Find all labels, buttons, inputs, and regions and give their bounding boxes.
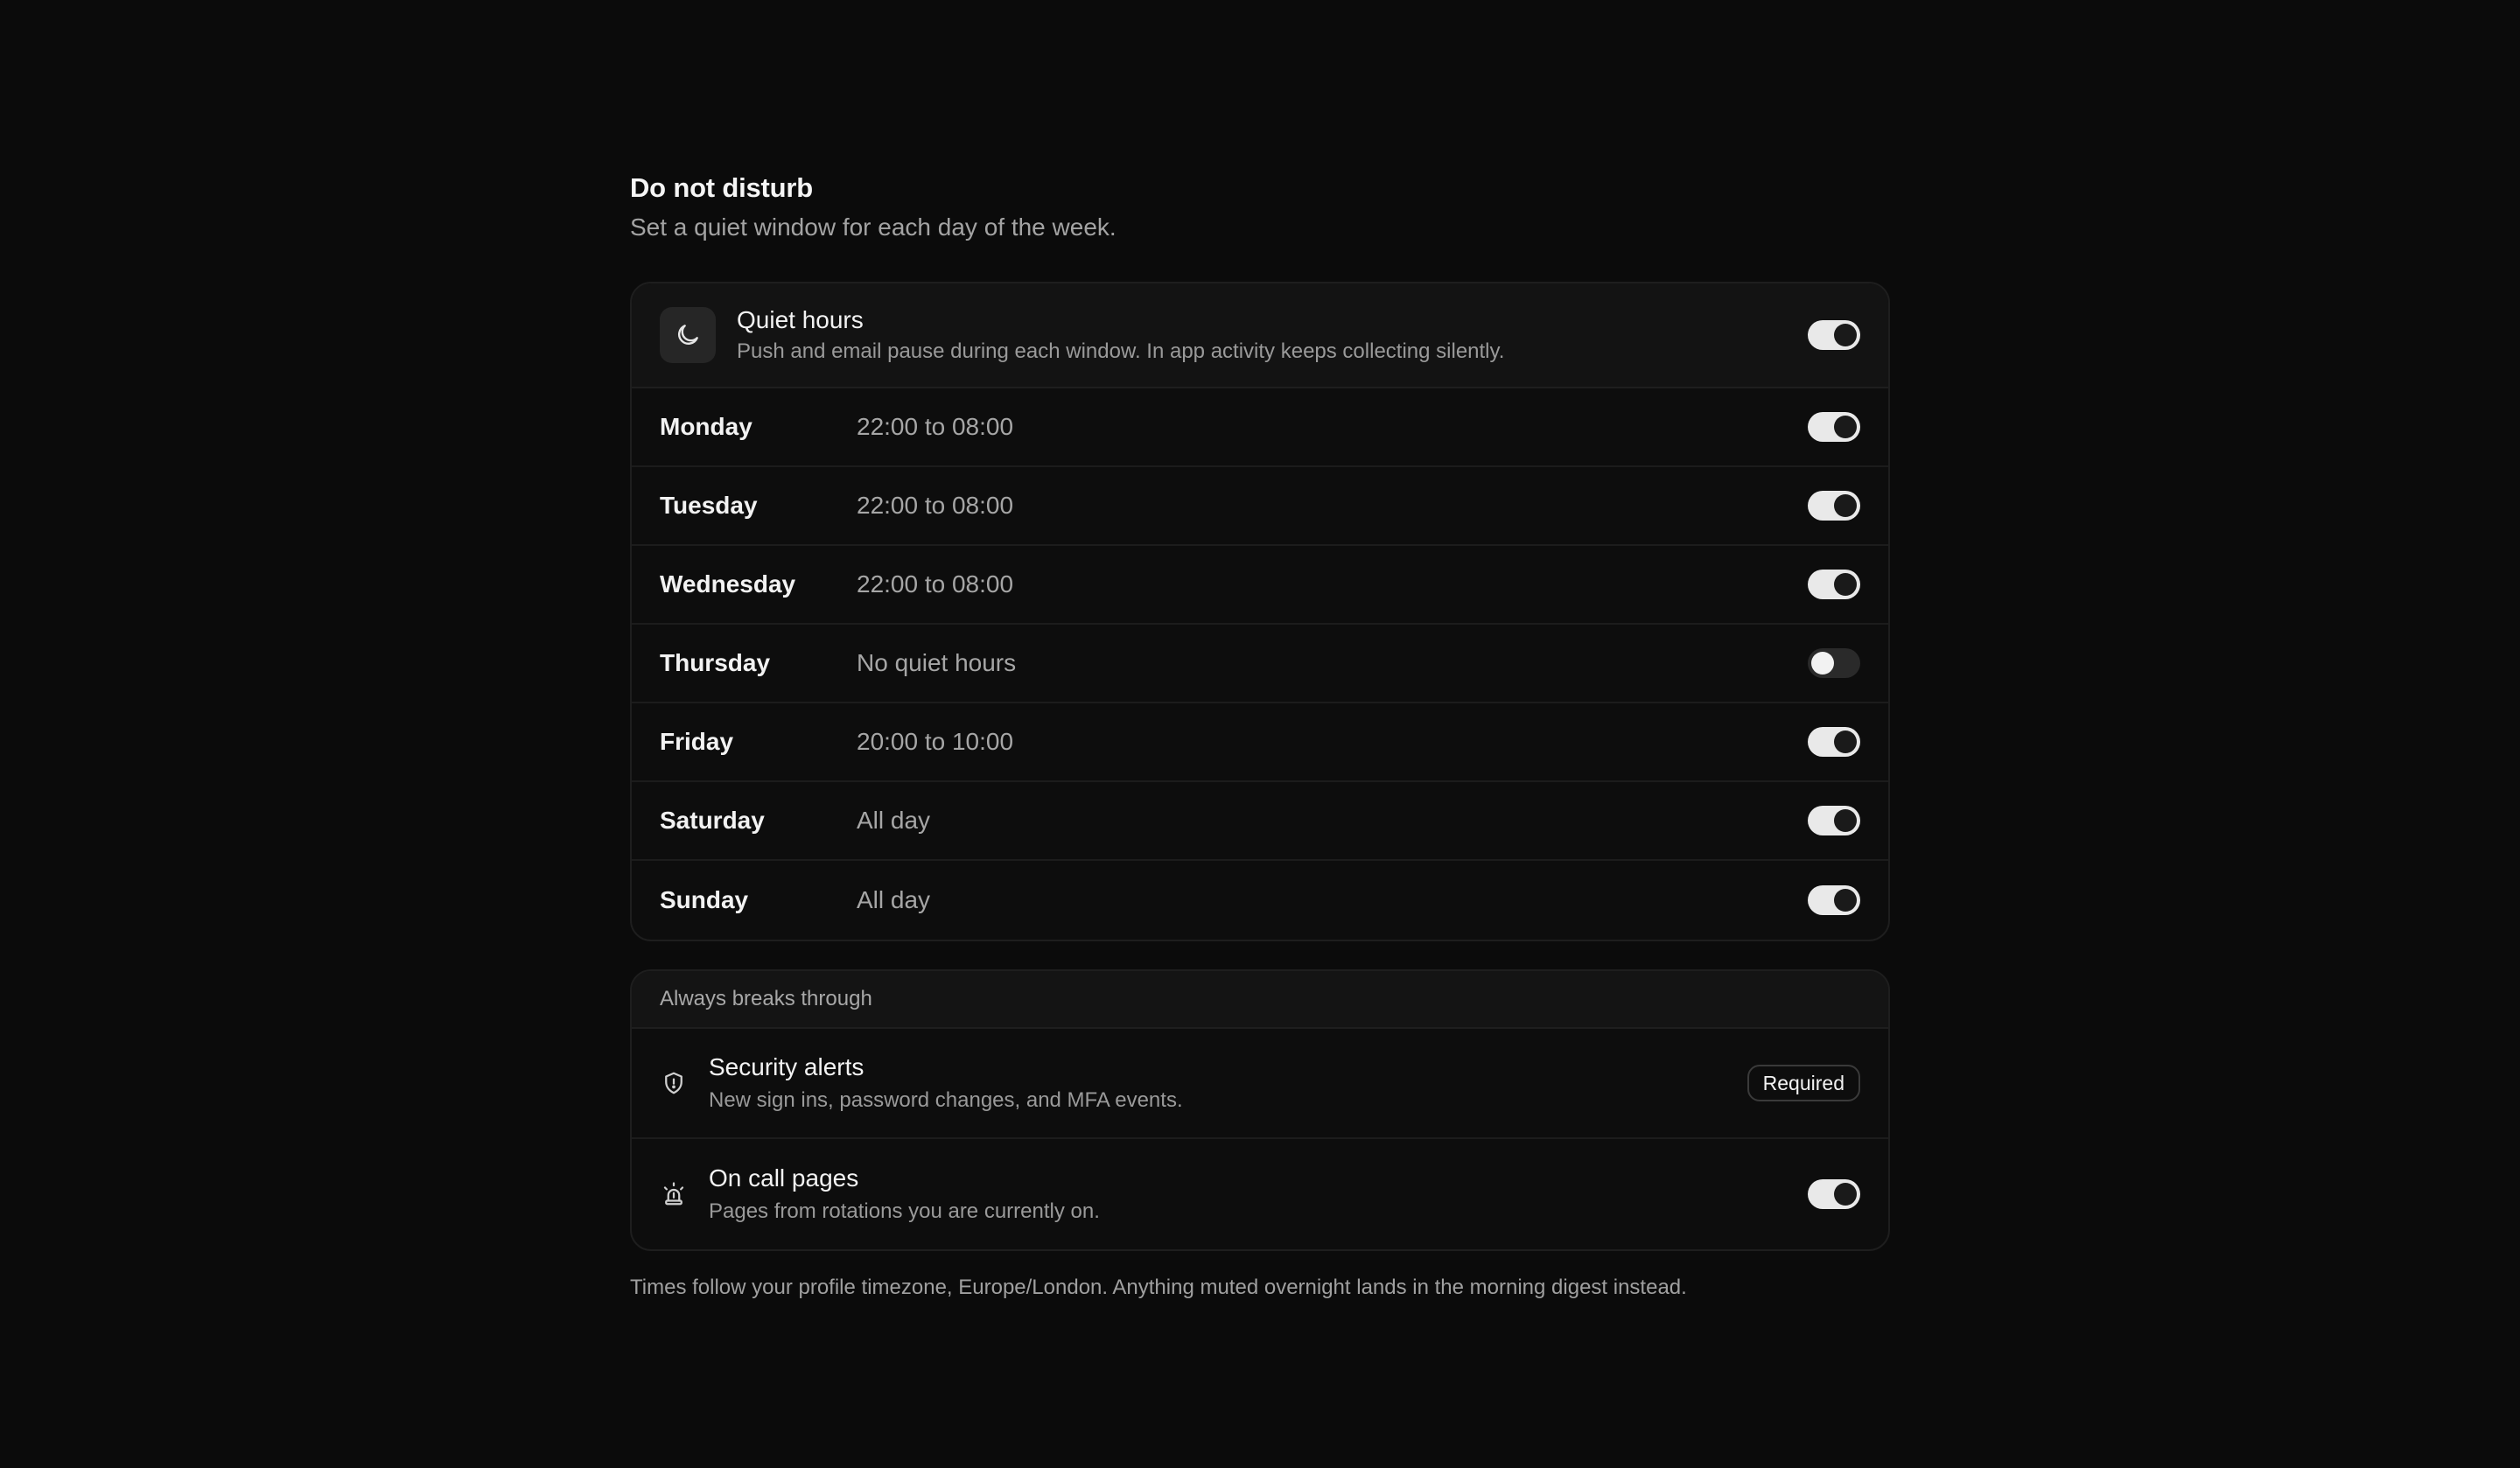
on-call-pages-description: Pages from rotations you are currently o… <box>709 1199 1100 1223</box>
day-row-wednesday: Wednesday 22:00 to 08:00 <box>632 546 1888 625</box>
day-name: Friday <box>660 728 734 755</box>
on-call-pages-text: On call pages Pages from rotations you a… <box>709 1163 1808 1226</box>
toggle-knob <box>1834 324 1857 346</box>
day-row-friday: Friday 20:00 to 10:00 <box>632 703 1888 782</box>
friday-toggle[interactable] <box>1808 727 1860 757</box>
schedule-card: Quiet hours Push and email pause during … <box>630 282 1890 941</box>
toggle-knob <box>1834 416 1857 438</box>
day-window: All day <box>857 807 931 834</box>
day-name: Monday <box>660 413 752 440</box>
day-name: Wednesday <box>660 570 796 598</box>
day-name: Sunday <box>660 886 749 913</box>
quiet-hours-toggle[interactable] <box>1808 320 1860 350</box>
toggle-knob <box>1834 731 1857 753</box>
toggle-knob <box>1834 809 1857 832</box>
on-call-pages-row: On call pages Pages from rotations you a… <box>632 1139 1888 1249</box>
monday-toggle[interactable] <box>1808 412 1860 442</box>
required-badge: Required <box>1746 1065 1860 1101</box>
day-row-saturday: Saturday All day <box>632 782 1888 861</box>
thursday-toggle[interactable] <box>1808 648 1860 678</box>
on-call-pages-title: On call pages <box>709 1164 859 1192</box>
siren-icon <box>660 1180 688 1208</box>
tuesday-toggle[interactable] <box>1808 491 1860 521</box>
day-row-monday: Monday 22:00 to 08:00 <box>632 388 1888 467</box>
day-name: Saturday <box>660 807 765 834</box>
security-alerts-row: Security alerts New sign ins, password c… <box>632 1029 1888 1139</box>
saturday-toggle[interactable] <box>1808 806 1860 835</box>
day-row-thursday: Thursday No quiet hours <box>632 625 1888 703</box>
quiet-hours-description: Push and email pause during each window.… <box>737 339 1505 363</box>
timezone-footnote: Times follow your profile timezone, Euro… <box>630 1276 1687 1299</box>
day-name: Thursday <box>660 649 771 676</box>
quiet-hours-text: Quiet hours Push and email pause during … <box>737 304 1808 366</box>
shield-icon <box>660 1069 688 1097</box>
day-name: Tuesday <box>660 492 758 519</box>
toggle-knob <box>1834 889 1857 912</box>
breakthrough-card: Always breaks through Security alerts Ne… <box>630 969 1890 1251</box>
day-window: 20:00 to 10:00 <box>857 728 1014 755</box>
toggle-knob <box>1811 652 1834 675</box>
day-window: All day <box>857 886 931 913</box>
security-alerts-text: Security alerts New sign ins, password c… <box>709 1052 1747 1115</box>
dnd-settings-panel: Do not disturb Set a quiet window for ea… <box>630 170 1890 1302</box>
toggle-knob <box>1834 494 1857 517</box>
day-window: 22:00 to 08:00 <box>857 570 1014 598</box>
day-window: 22:00 to 08:00 <box>857 492 1014 519</box>
quiet-hours-row: Quiet hours Push and email pause during … <box>632 283 1888 388</box>
security-alerts-title: Security alerts <box>709 1053 864 1080</box>
day-window: No quiet hours <box>857 649 1017 676</box>
toggle-knob <box>1834 573 1857 596</box>
day-row-sunday: Sunday All day <box>632 861 1888 940</box>
toggle-knob <box>1834 1183 1857 1206</box>
day-row-tuesday: Tuesday 22:00 to 08:00 <box>632 467 1888 546</box>
quiet-hours-title: Quiet hours <box>737 306 864 333</box>
page-subtitle: Set a quiet window for each day of the w… <box>630 213 1116 241</box>
wednesday-toggle[interactable] <box>1808 570 1860 599</box>
day-window: 22:00 to 08:00 <box>857 413 1014 440</box>
sunday-toggle[interactable] <box>1808 885 1860 915</box>
moon-icon <box>660 307 716 363</box>
breakthrough-header: Always breaks through <box>632 971 1888 1029</box>
security-alerts-description: New sign ins, password changes, and MFA … <box>709 1088 1183 1112</box>
on-call-pages-toggle[interactable] <box>1808 1179 1860 1209</box>
page-title: Do not disturb <box>630 172 813 203</box>
